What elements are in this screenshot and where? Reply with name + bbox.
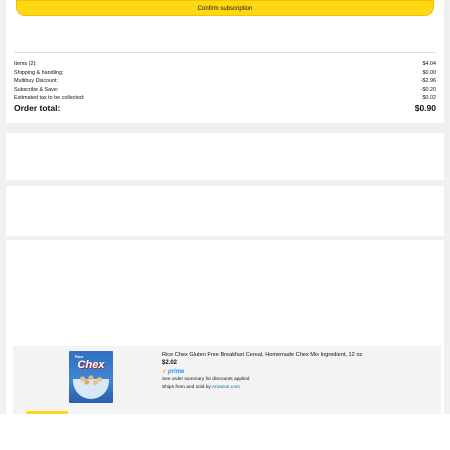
confirm-subscription-button[interactable]: Confirm subscription [16, 0, 434, 16]
order-summary-card: Confirm subscription Items (2): $4.04 Sh… [6, 0, 444, 123]
summary-row-shipping: Shipping & handling: $0.00 [14, 70, 436, 76]
summary-row-label: Items (2): [14, 61, 37, 67]
order-total-row: Order total: $0.90 [14, 103, 436, 113]
summary-row-label: Shipping & handling: [14, 69, 64, 76]
cereal-pieces-icon [77, 373, 105, 385]
summary-row-tax: Estimated tax to be collected: $0.02 [14, 95, 436, 101]
summary-row-label: Subscribe & Save: [14, 86, 59, 93]
blank-section [6, 186, 444, 236]
ships-prefix: Ships from and sold by [162, 385, 211, 390]
ships-from-text: Ships from and sold by Amazon.com [162, 385, 240, 390]
order-total-label: Order total: [14, 103, 61, 113]
product-title-link[interactable]: Rice Chex Gluten Free Breakfast Cereal, … [162, 352, 362, 358]
product-image-brand-text: Chex [77, 359, 105, 371]
prime-check-icon: ✓ [162, 369, 168, 375]
quantity-button[interactable] [26, 411, 68, 414]
summary-row-value: -$2.96 [420, 78, 436, 84]
summary-row-subscribe-save: Subscribe & Save: -$0.20 [14, 87, 436, 93]
order-total-value: $0.90 [414, 103, 436, 113]
product-image[interactable]: Rice Chex [69, 351, 113, 403]
summary-row-value: $4.04 [422, 61, 437, 67]
discount-note: See order summary for discounts applied [162, 377, 250, 382]
summary-row-multibuy: Multibuy Discount: -$2.96 [14, 78, 436, 84]
summary-row-value: $0.00 [422, 69, 437, 76]
summary-row-value: $0.02 [422, 95, 437, 101]
prime-label: prime [168, 369, 185, 375]
blank-section [6, 133, 444, 180]
product-price: $2.02 [162, 360, 178, 366]
summary-divider [14, 52, 436, 53]
summary-row-label: Estimated tax to be collected: [14, 95, 85, 101]
summary-row-items: Items (2): $4.04 [14, 61, 436, 67]
summary-row-value: -$0.20 [420, 86, 436, 93]
checkout-page: Confirm subscription Items (2): $4.04 Sh… [0, 0, 450, 414]
seller-link[interactable]: Amazon.com [212, 385, 240, 390]
prime-badge: ✓prime [162, 368, 184, 375]
summary-row-label: Multibuy Discount: [14, 78, 59, 84]
